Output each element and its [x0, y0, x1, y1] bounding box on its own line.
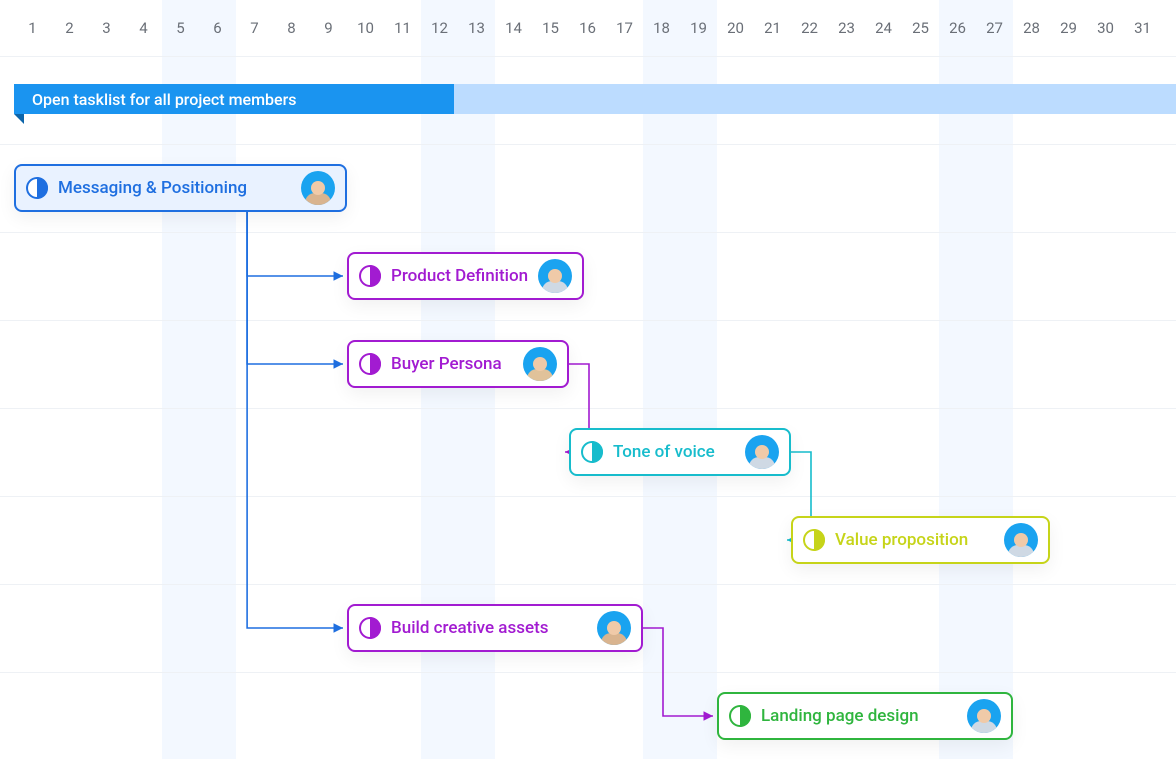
date-cell: 1 — [14, 0, 51, 56]
task-landing-page[interactable]: Landing page design — [717, 692, 1013, 740]
date-cell: 10 — [347, 0, 384, 56]
date-cell: 22 — [791, 0, 828, 56]
row-divider — [0, 496, 1176, 497]
date-cell: 27 — [976, 0, 1013, 56]
task-value-prop[interactable]: Value proposition — [791, 516, 1050, 564]
row-divider — [0, 56, 1176, 57]
date-cell: 5 — [162, 0, 199, 56]
date-cell: 9 — [310, 0, 347, 56]
task-label: Value proposition — [835, 530, 994, 550]
date-cell: 30 — [1087, 0, 1124, 56]
date-cell: 19 — [680, 0, 717, 56]
gantt-chart: 1234567891011121314151617181920212223242… — [0, 0, 1176, 759]
date-cell: 26 — [939, 0, 976, 56]
date-cell: 6 — [199, 0, 236, 56]
progress-circle-icon — [26, 177, 48, 199]
task-label: Messaging & Positioning — [58, 178, 291, 198]
row-divider — [0, 144, 1176, 145]
row-divider — [0, 584, 1176, 585]
task-label: Product Definition — [391, 266, 528, 286]
task-label: Buyer Persona — [391, 354, 513, 374]
date-cell: 4 — [125, 0, 162, 56]
progress-circle-icon — [581, 441, 603, 463]
date-cell: 16 — [569, 0, 606, 56]
assignee-avatar[interactable] — [967, 699, 1001, 733]
connector — [247, 212, 343, 628]
task-buyer-persona[interactable]: Buyer Persona — [347, 340, 569, 388]
task-label: Build creative assets — [391, 618, 587, 638]
task-label: Landing page design — [761, 706, 957, 726]
assignee-avatar[interactable] — [597, 611, 631, 645]
date-cell: 8 — [273, 0, 310, 56]
task-label: Tone of voice — [613, 442, 735, 462]
date-cell: 11 — [384, 0, 421, 56]
date-cell: 17 — [606, 0, 643, 56]
date-cell: 25 — [902, 0, 939, 56]
date-cell: 12 — [421, 0, 458, 56]
row-divider — [0, 232, 1176, 233]
progress-circle-icon — [359, 265, 381, 287]
date-cell: 2 — [51, 0, 88, 56]
row-divider — [0, 408, 1176, 409]
assignee-avatar[interactable] — [301, 171, 335, 205]
row-divider — [0, 672, 1176, 673]
task-messaging[interactable]: Messaging & Positioning — [14, 164, 347, 212]
assignee-avatar[interactable] — [538, 259, 572, 293]
date-cell: 3 — [88, 0, 125, 56]
task-product-def[interactable]: Product Definition — [347, 252, 584, 300]
progress-circle-icon — [803, 529, 825, 551]
date-cell: 18 — [643, 0, 680, 56]
date-cell: 24 — [865, 0, 902, 56]
progress-circle-icon — [729, 705, 751, 727]
group-header-bar[interactable]: Open tasklist for all project members — [14, 84, 1176, 114]
date-cell: 28 — [1013, 0, 1050, 56]
assignee-avatar[interactable] — [1004, 523, 1038, 557]
date-cell: 15 — [532, 0, 569, 56]
date-cell: 31 — [1124, 0, 1161, 56]
assignee-avatar[interactable] — [523, 347, 557, 381]
progress-circle-icon — [359, 617, 381, 639]
date-header: 1234567891011121314151617181920212223242… — [0, 0, 1176, 56]
connector — [247, 212, 343, 276]
task-tone-of-voice[interactable]: Tone of voice — [569, 428, 791, 476]
date-cell: 21 — [754, 0, 791, 56]
connector — [247, 212, 343, 364]
date-cell: 14 — [495, 0, 532, 56]
progress-circle-icon — [359, 353, 381, 375]
date-cell: 29 — [1050, 0, 1087, 56]
date-cell: 13 — [458, 0, 495, 56]
row-divider — [0, 320, 1176, 321]
date-cell: 7 — [236, 0, 273, 56]
date-cell: 20 — [717, 0, 754, 56]
date-cell: 23 — [828, 0, 865, 56]
task-creative-assets[interactable]: Build creative assets — [347, 604, 643, 652]
assignee-avatar[interactable] — [745, 435, 779, 469]
group-header-label: Open tasklist for all project members — [32, 90, 296, 109]
